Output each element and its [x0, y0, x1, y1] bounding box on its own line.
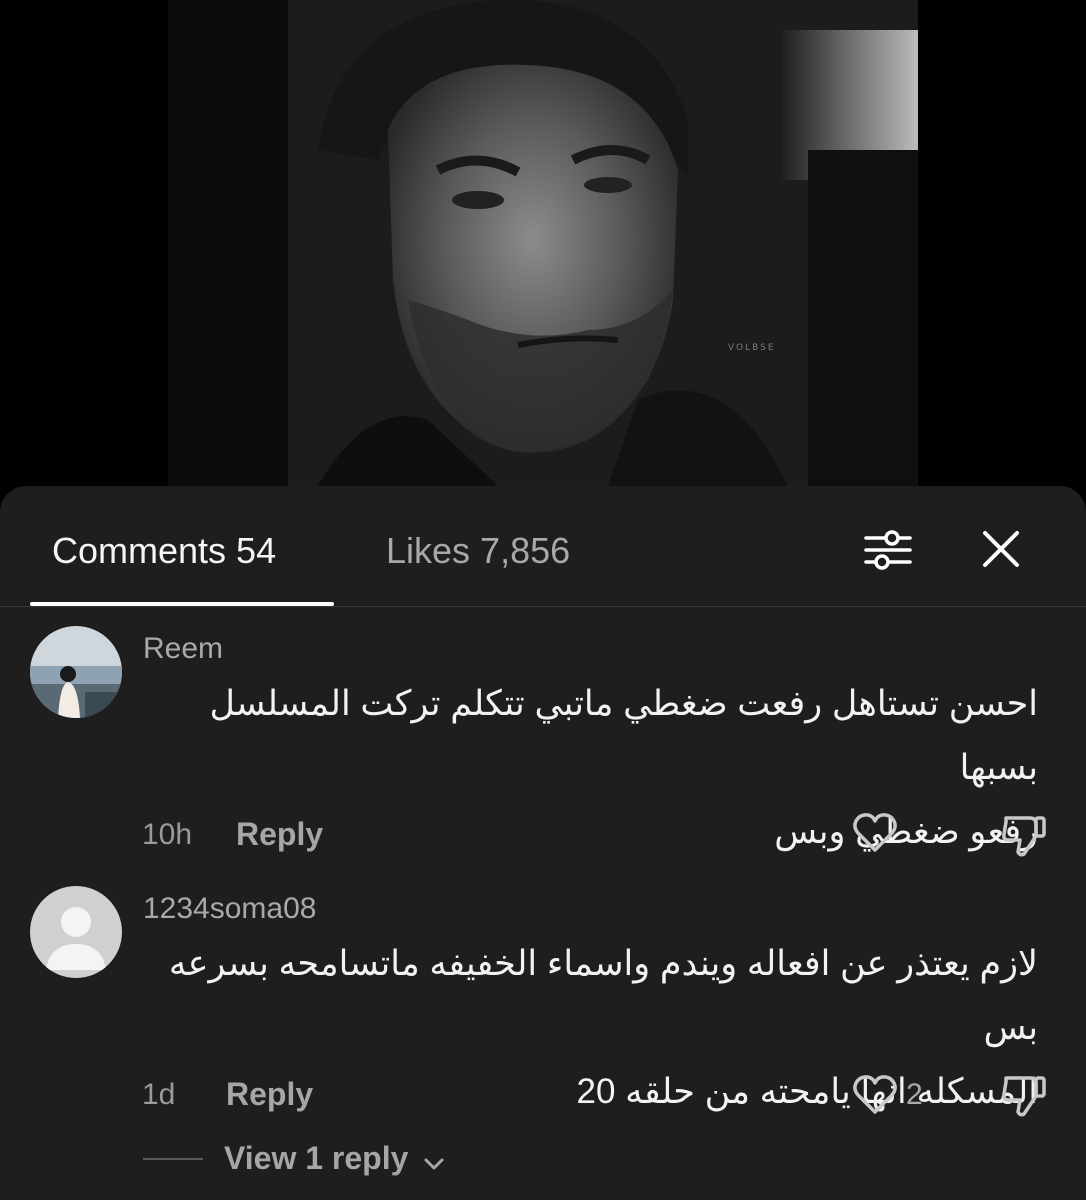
heart-icon[interactable] — [852, 812, 898, 854]
comment-username[interactable]: 1234soma08 — [143, 892, 316, 926]
view-replies-label: View 1 reply — [224, 1140, 409, 1176]
tab-likes[interactable]: Likes 7,856 — [386, 530, 570, 572]
heart-icon[interactable] — [852, 1074, 898, 1116]
comment-text-line: احسن تستاهل رفعت ضغطي ماتبي تتكلم تركت ا… — [209, 684, 1038, 787]
comment-timestamp: 1d — [142, 1078, 176, 1111]
avatar[interactable] — [30, 626, 122, 718]
video-player[interactable]: VOLBSE — [0, 0, 1086, 486]
like-count: 2 — [906, 1078, 923, 1111]
video-frame: VOLBSE — [168, 0, 918, 486]
comments-sheet: Comments 54 Likes 7,856 Reem احسن تستاهل… — [0, 486, 1086, 1200]
comment-text-line: لازم يعتذر عن افعاله ويندم واسماء الخفيف… — [168, 944, 1038, 1047]
close-icon[interactable] — [978, 526, 1024, 572]
comment-item: Reem احسن تستاهل رفعت ضغطي ماتبي تتكلم ت… — [0, 606, 1086, 866]
comment-username[interactable]: Reem — [143, 632, 223, 666]
comments-tabs: Comments 54 Likes 7,856 — [0, 486, 1086, 606]
video-still-image — [168, 0, 918, 486]
comment-timestamp: 10h — [142, 818, 193, 851]
tab-comments[interactable]: Comments 54 — [52, 530, 276, 572]
chevron-down-icon — [423, 1142, 445, 1179]
reply-button[interactable]: Reply — [236, 816, 323, 853]
view-replies-button[interactable]: View 1 reply — [224, 1140, 445, 1179]
thumbs-down-icon[interactable] — [1000, 812, 1048, 858]
comment-item: 1234soma08 لازم يعتذر عن افعاله ويندم وا… — [0, 866, 1086, 1200]
avatar[interactable] — [30, 886, 122, 978]
video-watermark: VOLBSE — [728, 343, 776, 353]
view-replies-divider — [143, 1158, 203, 1160]
filter-sliders-icon[interactable] — [862, 524, 914, 576]
reply-button[interactable]: Reply — [226, 1076, 313, 1113]
thumbs-down-icon[interactable] — [1000, 1072, 1048, 1118]
